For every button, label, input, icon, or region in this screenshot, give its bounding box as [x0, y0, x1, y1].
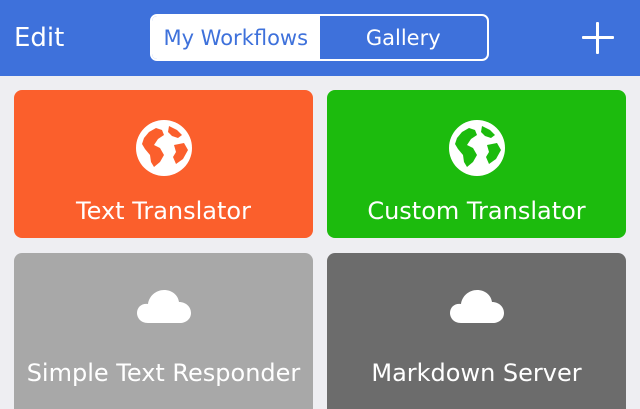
workflow-tile-simple-text-responder[interactable]: Simple Text Responder [14, 253, 313, 409]
navigation-bar: Edit My Workflows Gallery [0, 0, 640, 76]
workflow-tile-text-translator[interactable]: Text Translator [14, 90, 313, 238]
workflow-tile-custom-translator[interactable]: Custom Translator [327, 90, 626, 238]
workflow-title: Markdown Server [371, 359, 582, 387]
tab-my-workflows[interactable]: My Workflows [152, 16, 320, 59]
globe-icon [134, 118, 194, 182]
plus-icon-vertical [596, 22, 599, 54]
workflow-title: Text Translator [76, 197, 251, 225]
workflow-tile-markdown-server[interactable]: Markdown Server [327, 253, 626, 409]
globe-icon [447, 118, 507, 182]
edit-button[interactable]: Edit [14, 22, 64, 54]
cloud-icon [136, 289, 192, 329]
workflow-title: Custom Translator [367, 197, 586, 225]
add-workflow-button[interactable] [582, 22, 614, 54]
cloud-icon [449, 289, 505, 329]
workflow-segmented-control: My Workflows Gallery [150, 14, 489, 61]
tab-gallery[interactable]: Gallery [320, 16, 488, 59]
workflow-title: Simple Text Responder [26, 359, 301, 387]
